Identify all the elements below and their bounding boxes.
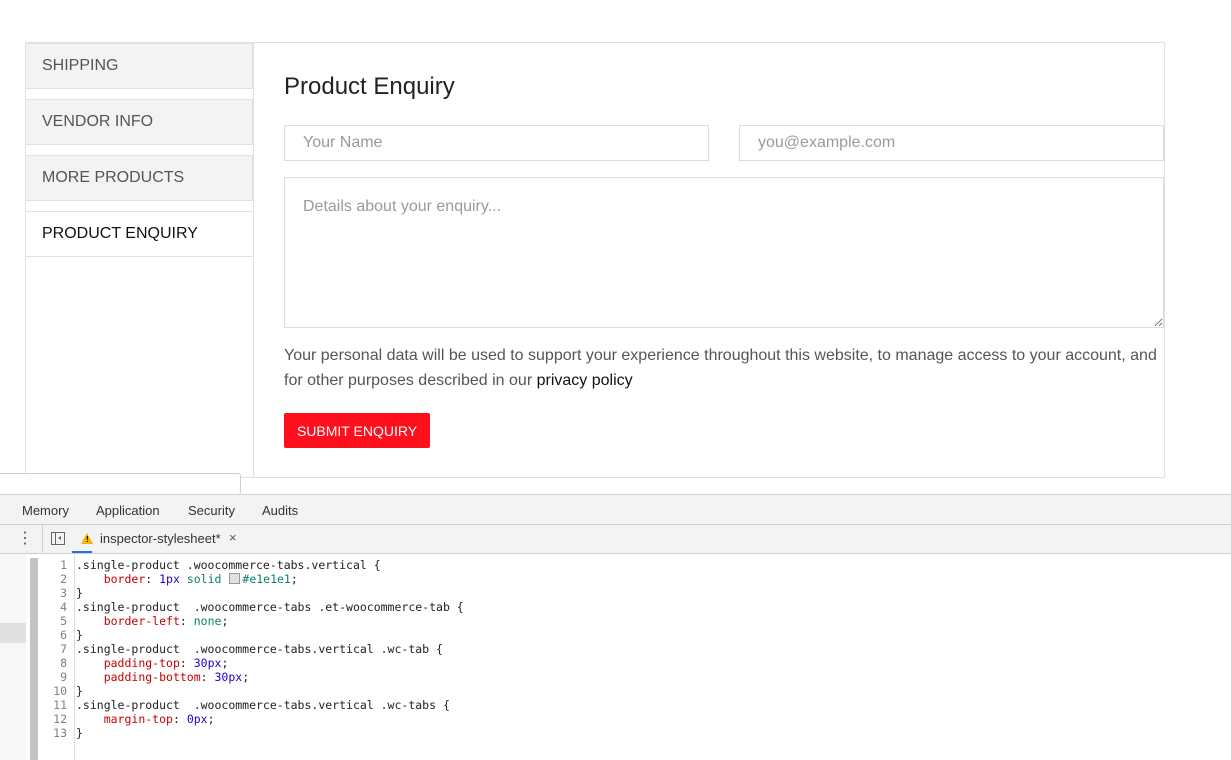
line-number: 1 bbox=[60, 558, 67, 572]
line-number: 5 bbox=[60, 614, 67, 628]
code-line[interactable]: 6} bbox=[40, 628, 1220, 642]
code-text: } bbox=[76, 726, 83, 740]
enquiry-panel: Product Enquiry Your personal data will … bbox=[284, 43, 1164, 477]
navigator-selected-row[interactable] bbox=[0, 623, 26, 643]
code-line[interactable]: 4 .single-product .woocommerce-tabs .et-w… bbox=[40, 600, 1220, 614]
toolbar-divider bbox=[42, 525, 43, 554]
code-text: } bbox=[76, 628, 83, 642]
stylesheet-editor[interactable]: 1 .single-product .woocommerce-tabs.verti… bbox=[40, 558, 1220, 740]
code-line[interactable]: 5 border-left: none; bbox=[40, 614, 1220, 628]
tab-vendor-info[interactable]: VENDOR INFO bbox=[26, 99, 253, 145]
line-number: 11 bbox=[53, 698, 67, 712]
line-number: 3 bbox=[60, 586, 67, 600]
code-line[interactable]: 1 .single-product .woocommerce-tabs.verti… bbox=[40, 558, 1220, 572]
tab-shipping[interactable]: SHIPPING bbox=[26, 43, 253, 89]
line-number: 12 bbox=[53, 712, 67, 726]
code-text: .single-product .woocommerce-tabs.vertic… bbox=[76, 698, 450, 712]
page-title: Product Enquiry bbox=[284, 73, 455, 100]
code-text: padding-top: 30px; bbox=[103, 656, 229, 670]
code-line[interactable]: 2 border: 1px solid #e1e1e1; bbox=[40, 572, 1220, 586]
code-line[interactable]: 3} bbox=[40, 586, 1220, 600]
line-number: 13 bbox=[53, 726, 67, 740]
close-icon[interactable]: × bbox=[229, 530, 237, 545]
enquiry-details-textarea[interactable] bbox=[284, 177, 1164, 328]
line-number: 7 bbox=[60, 642, 67, 656]
code-line[interactable]: 10} bbox=[40, 684, 1220, 698]
tab-more-products[interactable]: MORE PRODUCTS bbox=[26, 155, 253, 201]
line-number: 10 bbox=[53, 684, 67, 698]
more-options-icon[interactable]: ⋮ bbox=[17, 531, 33, 547]
submit-enquiry-button[interactable]: SUBMIT ENQUIRY bbox=[284, 413, 430, 448]
navigator-scrollbar[interactable] bbox=[30, 558, 38, 760]
line-number: 4 bbox=[60, 600, 67, 614]
line-number: 2 bbox=[60, 572, 67, 586]
code-text: } bbox=[76, 586, 83, 600]
devtools-tab-application[interactable]: Application bbox=[96, 503, 160, 518]
code-text: border-left: none; bbox=[103, 614, 229, 628]
devtools-tab-security[interactable]: Security bbox=[188, 503, 235, 518]
file-tab-inspector-stylesheet[interactable]: ! inspector-stylesheet* × bbox=[72, 525, 237, 553]
name-input[interactable] bbox=[284, 125, 709, 161]
code-text: border: 1px solid #e1e1e1; bbox=[103, 572, 298, 586]
code-text: .single-product .woocommerce-tabs.vertic… bbox=[76, 642, 443, 656]
code-line[interactable]: 9 padding-bottom: 30px; bbox=[40, 670, 1220, 684]
file-tab-label: inspector-stylesheet* bbox=[100, 531, 221, 546]
privacy-text: Your personal data will be used to suppo… bbox=[284, 347, 1157, 389]
toggle-navigator-icon[interactable] bbox=[51, 532, 65, 545]
code-text: margin-top: 0px; bbox=[103, 712, 215, 726]
privacy-notice: Your personal data will be used to suppo… bbox=[284, 343, 1164, 393]
devtools-tab-memory[interactable]: Memory bbox=[22, 503, 69, 518]
line-number: 8 bbox=[60, 656, 67, 670]
code-line[interactable]: 8 padding-top: 30px; bbox=[40, 656, 1220, 670]
woocommerce-tabs: SHIPPING VENDOR INFO MORE PRODUCTS PRODU… bbox=[25, 42, 1165, 478]
code-line[interactable]: 11 .single-product .woocommerce-tabs.vert… bbox=[40, 698, 1220, 712]
code-text: .single-product .woocommerce-tabs .et-wo… bbox=[76, 600, 464, 614]
navigator-pane bbox=[0, 554, 26, 760]
devtools-panel-tabs: Memory Application Security Audits bbox=[0, 494, 1231, 525]
code-text: .single-product .woocommerce-tabs.vertic… bbox=[76, 558, 381, 572]
devtools-tab-audits[interactable]: Audits bbox=[262, 503, 298, 518]
sources-toolbar: ⋮ ! inspector-stylesheet* × bbox=[0, 525, 1231, 554]
code-line[interactable]: 7 .single-product .woocommerce-tabs.verti… bbox=[40, 642, 1220, 656]
warning-icon: ! bbox=[81, 533, 93, 544]
code-line[interactable]: 13} bbox=[40, 726, 1220, 740]
line-number: 9 bbox=[60, 670, 67, 684]
code-text: padding-bottom: 30px; bbox=[103, 670, 250, 684]
email-input[interactable] bbox=[739, 125, 1164, 161]
code-line[interactable]: 12 margin-top: 0px; bbox=[40, 712, 1220, 726]
tabs-list: SHIPPING VENDOR INFO MORE PRODUCTS PRODU… bbox=[26, 43, 254, 477]
privacy-policy-link[interactable]: privacy policy bbox=[537, 372, 633, 389]
console-drawer-input[interactable] bbox=[0, 473, 241, 495]
color-swatch[interactable] bbox=[229, 573, 241, 584]
line-number: 6 bbox=[60, 628, 67, 642]
code-text: } bbox=[76, 684, 83, 698]
tab-product-enquiry[interactable]: PRODUCT ENQUIRY bbox=[26, 211, 253, 257]
